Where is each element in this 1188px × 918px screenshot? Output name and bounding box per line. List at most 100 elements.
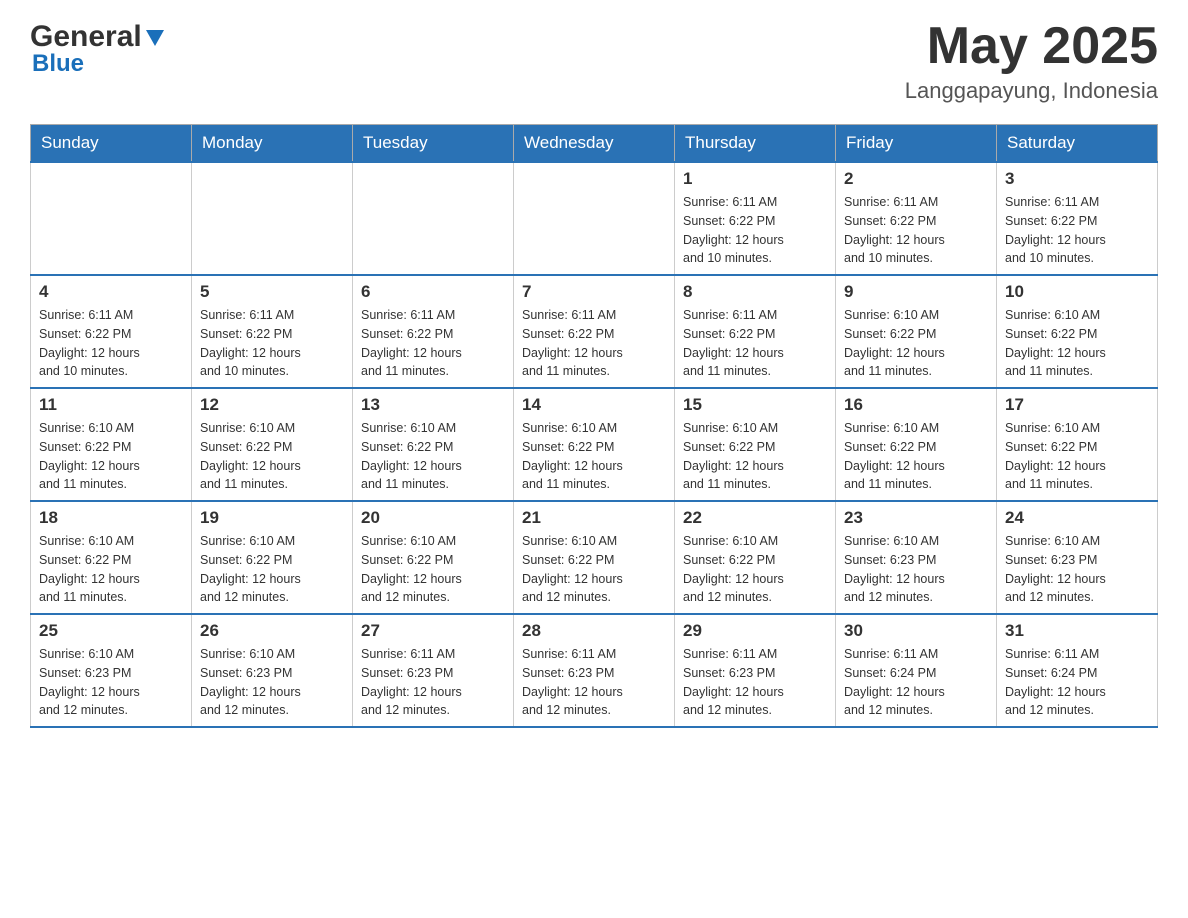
day-number: 4 <box>39 282 183 302</box>
day-info: Sunrise: 6:10 AM Sunset: 6:22 PM Dayligh… <box>361 532 505 607</box>
day-info: Sunrise: 6:10 AM Sunset: 6:22 PM Dayligh… <box>683 532 827 607</box>
calendar-cell: 21Sunrise: 6:10 AM Sunset: 6:22 PM Dayli… <box>514 501 675 614</box>
calendar-cell: 22 Sunrise: 6:10 AM Sunset: 6:22 PM Dayli… <box>675 501 836 614</box>
day-info: Sunrise: 6:11 AM Sunset: 6:22 PM Dayligh… <box>522 306 666 381</box>
day-info: Sunrise: 6:11 AM Sunset: 6:22 PM Dayligh… <box>1005 193 1149 268</box>
calendar-cell: 28 Sunrise: 6:11 AM Sunset: 6:23 PM Dayli… <box>514 614 675 727</box>
day-info: Sunrise: 6:10 AM Sunset: 6:22 PM Dayligh… <box>39 419 183 494</box>
day-number: 9 <box>844 282 988 302</box>
calendar-cell <box>31 162 192 275</box>
day-number: 10 <box>1005 282 1149 302</box>
day-number: 3 <box>1005 169 1149 189</box>
day-info: Sunrise: 6:11 AM Sunset: 6:22 PM Dayligh… <box>200 306 344 381</box>
day-number: 13 <box>361 395 505 415</box>
day-info: Sunrise: 6:10 AM Sunset: 6:23 PM Dayligh… <box>200 645 344 720</box>
calendar-cell: 27Sunrise: 6:11 AM Sunset: 6:23 PM Dayli… <box>353 614 514 727</box>
calendar-cell: 12Sunrise: 6:10 AM Sunset: 6:22 PM Dayli… <box>192 388 353 501</box>
calendar-cell: 3 Sunrise: 6:11 AM Sunset: 6:22 PM Daylig… <box>997 162 1158 275</box>
day-number: 17 <box>1005 395 1149 415</box>
day-info: Sunrise: 6:10 AM Sunset: 6:22 PM Dayligh… <box>1005 419 1149 494</box>
day-info: Sunrise: 6:11 AM Sunset: 6:23 PM Dayligh… <box>522 645 666 720</box>
calendar-cell: 5 Sunrise: 6:11 AM Sunset: 6:22 PM Daylig… <box>192 275 353 388</box>
day-info: Sunrise: 6:10 AM Sunset: 6:22 PM Dayligh… <box>1005 306 1149 381</box>
day-number: 11 <box>39 395 183 415</box>
calendar-week-row: 25 Sunrise: 6:10 AM Sunset: 6:23 PM Dayli… <box>31 614 1158 727</box>
calendar-week-row: 4 Sunrise: 6:11 AM Sunset: 6:22 PM Daylig… <box>31 275 1158 388</box>
calendar-cell: 23Sunrise: 6:10 AM Sunset: 6:23 PM Dayli… <box>836 501 997 614</box>
day-info: Sunrise: 6:10 AM Sunset: 6:22 PM Dayligh… <box>844 419 988 494</box>
calendar-cell: 24Sunrise: 6:10 AM Sunset: 6:23 PM Dayli… <box>997 501 1158 614</box>
day-info: Sunrise: 6:11 AM Sunset: 6:23 PM Dayligh… <box>361 645 505 720</box>
calendar-week-row: 11 Sunrise: 6:10 AM Sunset: 6:22 PM Dayli… <box>31 388 1158 501</box>
day-info: Sunrise: 6:10 AM Sunset: 6:22 PM Dayligh… <box>200 532 344 607</box>
calendar-cell <box>192 162 353 275</box>
column-header-monday: Monday <box>192 125 353 163</box>
day-info: Sunrise: 6:10 AM Sunset: 6:22 PM Dayligh… <box>39 532 183 607</box>
calendar-cell: 1 Sunrise: 6:11 AM Sunset: 6:22 PM Daylig… <box>675 162 836 275</box>
day-number: 1 <box>683 169 827 189</box>
day-info: Sunrise: 6:11 AM Sunset: 6:24 PM Dayligh… <box>1005 645 1149 720</box>
column-header-wednesday: Wednesday <box>514 125 675 163</box>
day-info: Sunrise: 6:10 AM Sunset: 6:22 PM Dayligh… <box>361 419 505 494</box>
day-info: Sunrise: 6:11 AM Sunset: 6:22 PM Dayligh… <box>361 306 505 381</box>
day-number: 25 <box>39 621 183 641</box>
day-info: Sunrise: 6:10 AM Sunset: 6:23 PM Dayligh… <box>844 532 988 607</box>
calendar-cell: 30Sunrise: 6:11 AM Sunset: 6:24 PM Dayli… <box>836 614 997 727</box>
day-info: Sunrise: 6:10 AM Sunset: 6:23 PM Dayligh… <box>39 645 183 720</box>
day-info: Sunrise: 6:11 AM Sunset: 6:22 PM Dayligh… <box>39 306 183 381</box>
day-number: 22 <box>683 508 827 528</box>
day-number: 5 <box>200 282 344 302</box>
day-info: Sunrise: 6:10 AM Sunset: 6:23 PM Dayligh… <box>1005 532 1149 607</box>
calendar-cell: 10 Sunrise: 6:10 AM Sunset: 6:22 PM Dayli… <box>997 275 1158 388</box>
logo-triangle-icon <box>144 26 166 48</box>
calendar-cell: 2Sunrise: 6:11 AM Sunset: 6:22 PM Daylig… <box>836 162 997 275</box>
calendar-cell <box>514 162 675 275</box>
day-number: 31 <box>1005 621 1149 641</box>
day-number: 12 <box>200 395 344 415</box>
day-number: 7 <box>522 282 666 302</box>
calendar-cell: 9Sunrise: 6:10 AM Sunset: 6:22 PM Daylig… <box>836 275 997 388</box>
day-number: 16 <box>844 395 988 415</box>
day-number: 20 <box>361 508 505 528</box>
day-number: 8 <box>683 282 827 302</box>
day-info: Sunrise: 6:11 AM Sunset: 6:22 PM Dayligh… <box>683 193 827 268</box>
calendar-cell: 26 Sunrise: 6:10 AM Sunset: 6:23 PM Dayli… <box>192 614 353 727</box>
column-header-saturday: Saturday <box>997 125 1158 163</box>
calendar-cell: 25 Sunrise: 6:10 AM Sunset: 6:23 PM Dayli… <box>31 614 192 727</box>
day-number: 28 <box>522 621 666 641</box>
day-info: Sunrise: 6:10 AM Sunset: 6:22 PM Dayligh… <box>683 419 827 494</box>
calendar-cell: 14 Sunrise: 6:10 AM Sunset: 6:22 PM Dayli… <box>514 388 675 501</box>
page-header: General Blue May 2025 Langgapayung, Indo… <box>30 20 1158 104</box>
column-header-tuesday: Tuesday <box>353 125 514 163</box>
day-info: Sunrise: 6:11 AM Sunset: 6:24 PM Dayligh… <box>844 645 988 720</box>
calendar-cell: 20 Sunrise: 6:10 AM Sunset: 6:22 PM Dayli… <box>353 501 514 614</box>
calendar-week-row: 18 Sunrise: 6:10 AM Sunset: 6:22 PM Dayli… <box>31 501 1158 614</box>
calendar-cell: 16 Sunrise: 6:10 AM Sunset: 6:22 PM Dayli… <box>836 388 997 501</box>
day-info: Sunrise: 6:10 AM Sunset: 6:22 PM Dayligh… <box>522 419 666 494</box>
day-number: 15 <box>683 395 827 415</box>
calendar-cell: 31 Sunrise: 6:11 AM Sunset: 6:24 PM Dayli… <box>997 614 1158 727</box>
calendar-cell: 8 Sunrise: 6:11 AM Sunset: 6:22 PM Daylig… <box>675 275 836 388</box>
calendar-cell: 18 Sunrise: 6:10 AM Sunset: 6:22 PM Dayli… <box>31 501 192 614</box>
calendar-header-row: SundayMondayTuesdayWednesdayThursdayFrid… <box>31 125 1158 163</box>
day-info: Sunrise: 6:11 AM Sunset: 6:22 PM Dayligh… <box>683 306 827 381</box>
calendar-table: SundayMondayTuesdayWednesdayThursdayFrid… <box>30 124 1158 728</box>
day-number: 19 <box>200 508 344 528</box>
day-number: 14 <box>522 395 666 415</box>
logo-blue-text: Blue <box>32 50 84 78</box>
column-header-thursday: Thursday <box>675 125 836 163</box>
day-number: 18 <box>39 508 183 528</box>
day-number: 6 <box>361 282 505 302</box>
column-header-friday: Friday <box>836 125 997 163</box>
logo-general-text: General <box>30 20 142 54</box>
calendar-cell: 13 Sunrise: 6:10 AM Sunset: 6:22 PM Dayli… <box>353 388 514 501</box>
calendar-cell: 4 Sunrise: 6:11 AM Sunset: 6:22 PM Daylig… <box>31 275 192 388</box>
column-header-sunday: Sunday <box>31 125 192 163</box>
calendar-week-row: 1 Sunrise: 6:11 AM Sunset: 6:22 PM Daylig… <box>31 162 1158 275</box>
calendar-cell: 11 Sunrise: 6:10 AM Sunset: 6:22 PM Dayli… <box>31 388 192 501</box>
calendar-cell <box>353 162 514 275</box>
day-info: Sunrise: 6:10 AM Sunset: 6:22 PM Dayligh… <box>522 532 666 607</box>
calendar-cell: 6 Sunrise: 6:11 AM Sunset: 6:22 PM Daylig… <box>353 275 514 388</box>
day-number: 26 <box>200 621 344 641</box>
calendar-cell: 15 Sunrise: 6:10 AM Sunset: 6:22 PM Dayli… <box>675 388 836 501</box>
